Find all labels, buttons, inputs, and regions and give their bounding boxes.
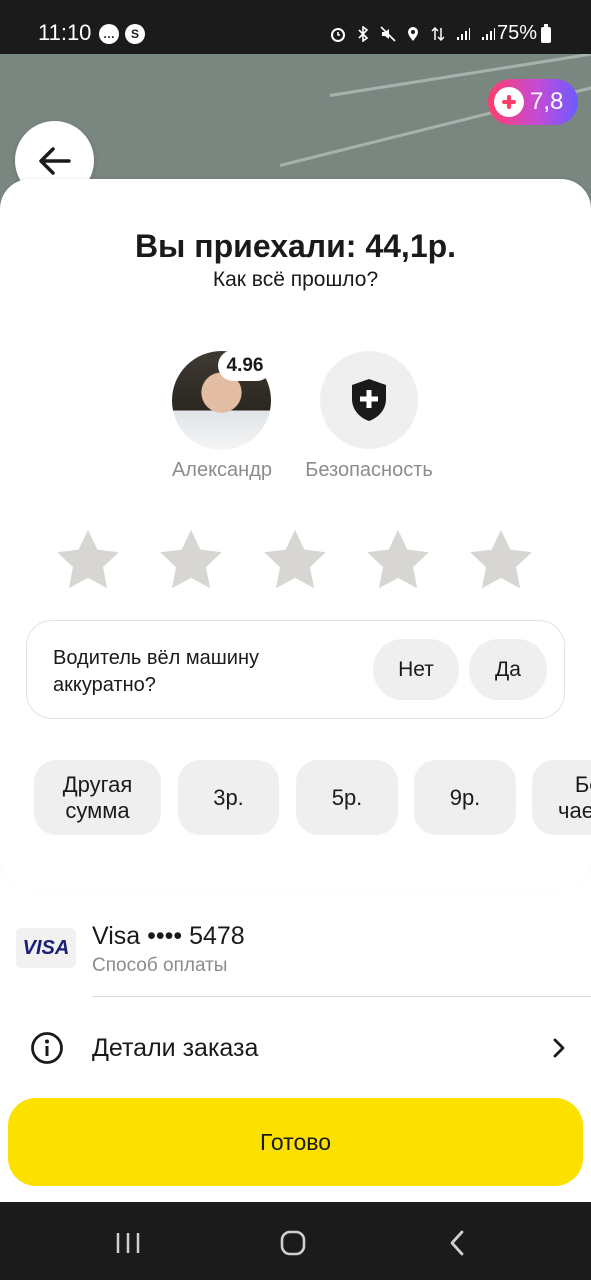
tip-3-button[interactable]: 3р.	[178, 760, 279, 835]
driver-rating-badge: 4.96	[218, 350, 272, 381]
home-icon[interactable]	[279, 1229, 307, 1257]
trip-subtitle: Как всё прошло?	[212, 268, 379, 291]
navigation-bar	[0, 1202, 591, 1280]
chevron-right-icon	[553, 1038, 565, 1058]
system-icons	[330, 22, 496, 46]
order-details-label[interactable]: Детали заказа	[92, 1034, 258, 1063]
tip-9-button[interactable]: 9р.	[414, 760, 516, 835]
back-nav-icon[interactable]	[447, 1229, 467, 1257]
recent-apps-icon[interactable]	[114, 1230, 142, 1256]
status-time: 11:10	[38, 20, 92, 45]
shield-plus-icon	[352, 379, 386, 421]
arrow-left-icon	[38, 146, 71, 175]
rating-star-2[interactable]	[158, 528, 224, 590]
payment-card-number[interactable]: Visa •••• 5478	[92, 922, 245, 951]
trip-title: Вы приехали: 44,1р.	[134, 228, 457, 264]
rating-star-3[interactable]	[262, 528, 328, 590]
driver-name[interactable]: Александр	[152, 459, 292, 482]
info-icon	[31, 1032, 63, 1064]
battery-icon	[541, 24, 551, 43]
divider	[92, 996, 591, 997]
answer-no-button[interactable]: Нет	[373, 639, 459, 700]
safety-label[interactable]: Безопасность	[288, 459, 450, 482]
tip-custom-amount-button[interactable]: Другая сумма	[34, 760, 161, 835]
status-bar: 11:10 … S 75%	[0, 0, 591, 54]
plus-points-value: 7,8	[530, 88, 564, 115]
tip-none-label: Без чаевых	[558, 771, 591, 823]
payment-method-label: Способ оплаты	[92, 955, 228, 976]
rating-star-5[interactable]	[468, 528, 534, 590]
plus-points-badge[interactable]: 7,8	[488, 79, 578, 125]
plus-icon	[494, 87, 524, 117]
rating-star-4[interactable]	[365, 528, 431, 590]
battery-percentage: 75%	[497, 22, 538, 44]
mute-icon	[380, 26, 396, 42]
driving-question-text: Водитель вёл машину аккуратно?	[53, 647, 260, 696]
signal-icon	[457, 28, 470, 40]
safety-button[interactable]	[320, 351, 418, 449]
chat-bubble-icon: …	[99, 24, 119, 44]
location-icon	[408, 27, 418, 41]
visa-logo: VISA	[16, 928, 76, 968]
bluetooth-icon	[358, 26, 369, 42]
rating-star-1[interactable]	[55, 528, 121, 590]
shazam-icon: S	[125, 24, 145, 44]
signal-icon	[482, 28, 495, 40]
done-button[interactable]: Готово	[8, 1098, 583, 1186]
answer-yes-button[interactable]: Да	[469, 639, 547, 700]
tip-none-button[interactable]: Без чаевых	[532, 760, 591, 835]
alarm-icon	[331, 28, 345, 42]
data-arrows-icon	[431, 26, 445, 42]
order-details-row[interactable]	[0, 1010, 591, 1086]
tip-5-button[interactable]: 5р.	[296, 760, 398, 835]
